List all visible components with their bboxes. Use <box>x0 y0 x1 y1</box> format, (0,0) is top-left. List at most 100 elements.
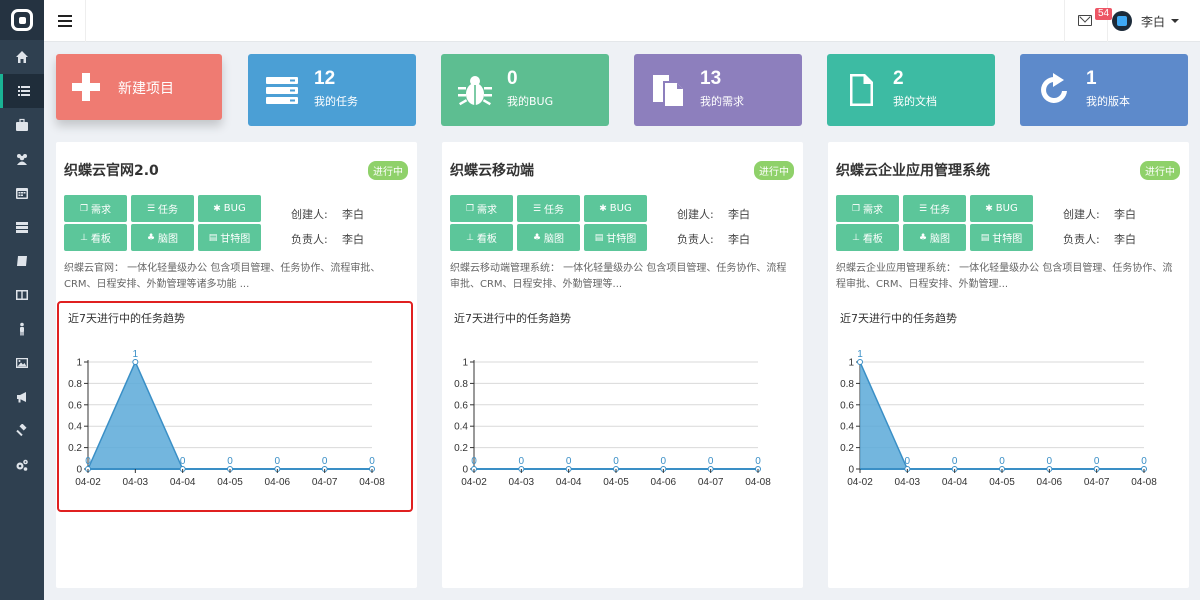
bugs-button[interactable]: ✱ BUG <box>198 195 261 222</box>
gears-icon <box>16 459 28 471</box>
y-tick-label: 0.4 <box>454 422 468 433</box>
owner-name: 李白 <box>728 233 750 246</box>
highlight-box <box>57 301 413 512</box>
project-title[interactable]: 织蝶云官网2.0 <box>64 160 159 180</box>
gantt-button[interactable]: ▤ 甘特图 <box>198 224 261 251</box>
data-label: 0 <box>1094 456 1100 467</box>
x-tick-label: 04-03 <box>509 477 535 488</box>
sidebar-item-home[interactable] <box>0 40 44 74</box>
y-tick-label: 1 <box>462 358 468 369</box>
avatar <box>1112 11 1132 31</box>
status-badge: 进行中 <box>368 161 408 180</box>
gantt-icon: ▤ <box>594 232 604 243</box>
x-tick-label: 04-02 <box>847 477 873 488</box>
app-logo[interactable] <box>0 0 44 40</box>
sidebar <box>0 0 44 600</box>
x-tick-label: 04-06 <box>1037 477 1063 488</box>
gavel-icon <box>16 424 27 437</box>
sidebar-item-tools[interactable] <box>0 414 44 448</box>
requirements-button[interactable]: ❐ 需求 <box>64 195 127 222</box>
sidebar-item-server[interactable] <box>0 210 44 244</box>
caret-down-icon <box>1171 19 1180 23</box>
owner-label: 负责人: <box>677 233 714 246</box>
owner-name: 李白 <box>342 233 364 246</box>
requirements-button[interactable]: ❐ 需求 <box>836 195 899 222</box>
data-label: 0 <box>1141 456 1147 467</box>
pin-icon: ⊥ <box>852 232 860 243</box>
sidebar-item-team[interactable] <box>0 142 44 176</box>
new-project-button[interactable]: 新建项目 <box>56 54 222 120</box>
gantt-button[interactable]: ▤ 甘特图 <box>970 224 1033 251</box>
project-title[interactable]: 织蝶云企业应用管理系统 <box>836 160 990 180</box>
mindmap-button[interactable]: ♣ 脑图 <box>131 224 194 251</box>
series-area <box>860 362 1144 469</box>
owner-name: 李白 <box>1114 233 1136 246</box>
sidebar-item-calendar[interactable] <box>0 176 44 210</box>
gantt-button[interactable]: ▤ 甘特图 <box>584 224 647 251</box>
data-label: 0 <box>566 456 572 467</box>
kanban-button[interactable]: ⊥ 看板 <box>450 224 513 251</box>
file-icon <box>843 72 879 108</box>
button-label: 任务 <box>158 205 179 216</box>
mindmap-button[interactable]: ♣ 脑图 <box>517 224 580 251</box>
tile-label: 我的需求 <box>700 95 744 108</box>
tile-label: 我的任务 <box>314 95 358 108</box>
mindmap-button[interactable]: ♣ 脑图 <box>903 224 966 251</box>
x-tick-label: 04-05 <box>989 477 1015 488</box>
data-label: 0 <box>708 456 714 467</box>
tile-my-bugs[interactable]: 0 我的BUG <box>441 54 609 126</box>
copy-icon: ❐ <box>79 203 89 214</box>
data-label: 1 <box>857 349 863 360</box>
sidebar-item-docs[interactable] <box>0 244 44 278</box>
server-icon <box>264 72 300 108</box>
mail-button[interactable]: 54 <box>1064 0 1113 42</box>
tile-my-documents[interactable]: 2 我的文档 <box>827 54 995 126</box>
bug-icon <box>457 72 493 108</box>
calendar-icon <box>16 188 28 199</box>
kanban-button[interactable]: ⊥ 看板 <box>836 224 899 251</box>
y-tick-label: 0.8 <box>454 379 468 390</box>
tile-label: 我的版本 <box>1086 95 1130 108</box>
x-tick-label: 04-04 <box>942 477 968 488</box>
briefcase-icon <box>16 118 28 131</box>
tasks-button[interactable]: ☰ 任务 <box>131 195 194 222</box>
gantt-icon: ▤ <box>980 232 990 243</box>
tile-my-requirements[interactable]: 13 我的需求 <box>634 54 802 126</box>
project-description: 织蝶云移动端管理系统： 一体化轻量级办公 包含项目管理、任务协作、流程审批、CR… <box>450 263 787 290</box>
envelope-icon <box>1078 15 1092 26</box>
project-card: 织蝶云企业应用管理系统 进行中 ❐ 需求 ☰ 任务 ✱ BUG ⊥ 看板 ♣ 脑图 ▤ 甘特… <box>828 142 1189 588</box>
sidebar-item-announce[interactable] <box>0 380 44 414</box>
columns-icon <box>16 290 28 300</box>
button-label: 任务 <box>930 205 951 216</box>
home-icon <box>16 51 28 63</box>
bugs-button[interactable]: ✱ BUG <box>584 195 647 222</box>
tile-count: 12 <box>314 68 336 89</box>
tile-label: 我的BUG <box>507 95 554 108</box>
bug-icon: ✱ <box>985 203 993 214</box>
person-icon <box>20 322 24 336</box>
requirements-button[interactable]: ❐ 需求 <box>450 195 513 222</box>
user-menu[interactable]: 李白 <box>1112 10 1180 32</box>
owner-label: 负责人: <box>291 233 328 246</box>
kanban-button[interactable]: ⊥ 看板 <box>64 224 127 251</box>
gantt-icon: ▤ <box>208 232 218 243</box>
data-label: 0 <box>999 456 1005 467</box>
project-title[interactable]: 织蝶云移动端 <box>450 160 534 180</box>
data-label: 0 <box>905 456 911 467</box>
sidebar-item-person[interactable] <box>0 312 44 346</box>
sidebar-item-columns[interactable] <box>0 278 44 312</box>
bullhorn-icon <box>17 392 26 403</box>
sidebar-item-settings[interactable] <box>0 448 44 482</box>
sidebar-item-projects[interactable] <box>0 74 44 108</box>
tasks-button[interactable]: ☰ 任务 <box>517 195 580 222</box>
pin-icon: ⊥ <box>466 232 474 243</box>
server-icon: ☰ <box>146 203 156 214</box>
bugs-button[interactable]: ✱ BUG <box>970 195 1033 222</box>
sidebar-item-images[interactable] <box>0 346 44 380</box>
menu-toggle-button[interactable] <box>44 0 86 42</box>
tile-count: 1 <box>1086 68 1097 89</box>
tile-my-tasks[interactable]: 12 我的任务 <box>248 54 416 126</box>
sidebar-item-work[interactable] <box>0 108 44 142</box>
tasks-button[interactable]: ☰ 任务 <box>903 195 966 222</box>
tile-my-versions[interactable]: 1 我的版本 <box>1020 54 1188 126</box>
